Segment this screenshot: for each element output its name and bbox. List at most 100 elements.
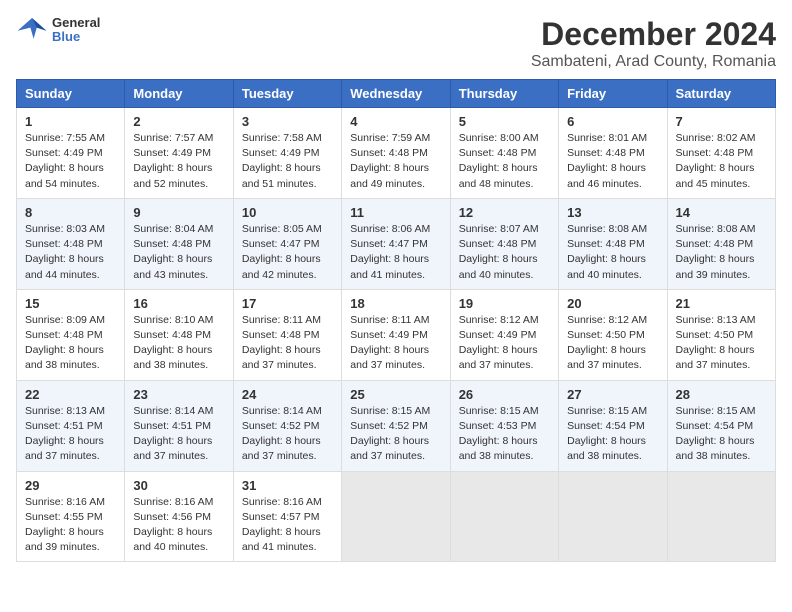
day-info: Sunrise: 7:58 AM Sunset: 4:49 PM Dayligh…	[242, 131, 333, 192]
calendar-cell: 19 Sunrise: 8:12 AM Sunset: 4:49 PM Dayli…	[450, 289, 558, 380]
calendar-cell: 12Sunrise: 8:07 AM Sunset: 4:48 PM Dayli…	[450, 198, 558, 289]
day-number: 8	[25, 205, 116, 220]
calendar-table: SundayMondayTuesdayWednesdayThursdayFrid…	[16, 79, 776, 562]
day-number: 29	[25, 478, 116, 493]
calendar-cell: 18 Sunrise: 8:11 AM Sunset: 4:49 PM Dayli…	[342, 289, 450, 380]
weekday-header: Saturday	[667, 80, 775, 108]
day-number: 14	[676, 205, 767, 220]
logo: General Blue	[16, 16, 100, 45]
calendar-cell: 29Sunrise: 8:16 AM Sunset: 4:55 PM Dayli…	[17, 471, 125, 562]
calendar-cell	[342, 471, 450, 562]
calendar-week-row: 8 Sunrise: 8:03 AM Sunset: 4:48 PM Daylig…	[17, 198, 776, 289]
logo-text: General Blue	[52, 16, 100, 45]
day-number: 10	[242, 205, 333, 220]
day-info: Sunrise: 8:06 AM Sunset: 4:47 PM Dayligh…	[350, 222, 441, 283]
day-info: Sunrise: 8:14 AM Sunset: 4:52 PM Dayligh…	[242, 404, 333, 465]
calendar-cell: 31Sunrise: 8:16 AM Sunset: 4:57 PM Dayli…	[233, 471, 341, 562]
calendar-cell: 17Sunrise: 8:11 AM Sunset: 4:48 PM Dayli…	[233, 289, 341, 380]
day-number: 7	[676, 114, 767, 129]
day-info: Sunrise: 8:02 AM Sunset: 4:48 PM Dayligh…	[676, 131, 767, 192]
day-number: 4	[350, 114, 441, 129]
calendar-cell: 27 Sunrise: 8:15 AM Sunset: 4:54 PM Dayli…	[559, 380, 667, 471]
calendar-week-row: 29Sunrise: 8:16 AM Sunset: 4:55 PM Dayli…	[17, 471, 776, 562]
calendar-cell: 16Sunrise: 8:10 AM Sunset: 4:48 PM Dayli…	[125, 289, 233, 380]
day-number: 9	[133, 205, 224, 220]
day-number: 18	[350, 296, 441, 311]
day-info: Sunrise: 8:01 AM Sunset: 4:48 PM Dayligh…	[567, 131, 658, 192]
calendar-week-row: 1Sunrise: 7:55 AM Sunset: 4:49 PM Daylig…	[17, 108, 776, 199]
day-info: Sunrise: 8:08 AM Sunset: 4:48 PM Dayligh…	[676, 222, 767, 283]
logo-icon	[16, 16, 48, 44]
day-info: Sunrise: 8:00 AM Sunset: 4:48 PM Dayligh…	[459, 131, 550, 192]
day-info: Sunrise: 8:05 AM Sunset: 4:47 PM Dayligh…	[242, 222, 333, 283]
calendar-cell: 30Sunrise: 8:16 AM Sunset: 4:56 PM Dayli…	[125, 471, 233, 562]
calendar-week-row: 15 Sunrise: 8:09 AM Sunset: 4:48 PM Dayli…	[17, 289, 776, 380]
calendar-cell: 26 Sunrise: 8:15 AM Sunset: 4:53 PM Dayli…	[450, 380, 558, 471]
calendar-cell: 11 Sunrise: 8:06 AM Sunset: 4:47 PM Dayli…	[342, 198, 450, 289]
calendar-cell: 5 Sunrise: 8:00 AM Sunset: 4:48 PM Daylig…	[450, 108, 558, 199]
day-number: 25	[350, 387, 441, 402]
calendar-cell: 20 Sunrise: 8:12 AM Sunset: 4:50 PM Dayli…	[559, 289, 667, 380]
calendar-cell: 7 Sunrise: 8:02 AM Sunset: 4:48 PM Daylig…	[667, 108, 775, 199]
day-number: 31	[242, 478, 333, 493]
calendar-cell: 9 Sunrise: 8:04 AM Sunset: 4:48 PM Daylig…	[125, 198, 233, 289]
day-number: 27	[567, 387, 658, 402]
day-number: 19	[459, 296, 550, 311]
day-info: Sunrise: 8:13 AM Sunset: 4:50 PM Dayligh…	[676, 313, 767, 374]
day-info: Sunrise: 8:11 AM Sunset: 4:49 PM Dayligh…	[350, 313, 441, 374]
calendar-cell: 4 Sunrise: 7:59 AM Sunset: 4:48 PM Daylig…	[342, 108, 450, 199]
day-info: Sunrise: 8:13 AM Sunset: 4:51 PM Dayligh…	[25, 404, 116, 465]
day-number: 5	[459, 114, 550, 129]
day-info: Sunrise: 8:03 AM Sunset: 4:48 PM Dayligh…	[25, 222, 116, 283]
day-info: Sunrise: 8:15 AM Sunset: 4:54 PM Dayligh…	[676, 404, 767, 465]
calendar-cell: 15 Sunrise: 8:09 AM Sunset: 4:48 PM Dayli…	[17, 289, 125, 380]
day-number: 24	[242, 387, 333, 402]
day-number: 15	[25, 296, 116, 311]
day-info: Sunrise: 8:15 AM Sunset: 4:53 PM Dayligh…	[459, 404, 550, 465]
page-subtitle: Sambateni, Arad County, Romania	[531, 53, 776, 71]
page-header: General Blue December 2024 Sambateni, Ar…	[16, 16, 776, 71]
day-info: Sunrise: 8:12 AM Sunset: 4:50 PM Dayligh…	[567, 313, 658, 374]
day-info: Sunrise: 8:09 AM Sunset: 4:48 PM Dayligh…	[25, 313, 116, 374]
day-number: 2	[133, 114, 224, 129]
day-info: Sunrise: 8:15 AM Sunset: 4:54 PM Dayligh…	[567, 404, 658, 465]
weekday-header: Thursday	[450, 80, 558, 108]
day-info: Sunrise: 8:08 AM Sunset: 4:48 PM Dayligh…	[567, 222, 658, 283]
day-number: 13	[567, 205, 658, 220]
calendar-cell: 23Sunrise: 8:14 AM Sunset: 4:51 PM Dayli…	[125, 380, 233, 471]
weekday-header-row: SundayMondayTuesdayWednesdayThursdayFrid…	[17, 80, 776, 108]
calendar-cell	[667, 471, 775, 562]
day-number: 17	[242, 296, 333, 311]
day-number: 1	[25, 114, 116, 129]
calendar-cell: 3 Sunrise: 7:58 AM Sunset: 4:49 PM Daylig…	[233, 108, 341, 199]
calendar-cell: 13 Sunrise: 8:08 AM Sunset: 4:48 PM Dayli…	[559, 198, 667, 289]
day-number: 20	[567, 296, 658, 311]
calendar-cell: 24 Sunrise: 8:14 AM Sunset: 4:52 PM Dayli…	[233, 380, 341, 471]
day-info: Sunrise: 8:07 AM Sunset: 4:48 PM Dayligh…	[459, 222, 550, 283]
day-number: 26	[459, 387, 550, 402]
calendar-cell: 8 Sunrise: 8:03 AM Sunset: 4:48 PM Daylig…	[17, 198, 125, 289]
day-info: Sunrise: 7:59 AM Sunset: 4:48 PM Dayligh…	[350, 131, 441, 192]
weekday-header: Wednesday	[342, 80, 450, 108]
calendar-cell	[559, 471, 667, 562]
calendar-cell: 10 Sunrise: 8:05 AM Sunset: 4:47 PM Dayli…	[233, 198, 341, 289]
day-number: 30	[133, 478, 224, 493]
day-number: 28	[676, 387, 767, 402]
day-info: Sunrise: 8:10 AM Sunset: 4:48 PM Dayligh…	[133, 313, 224, 374]
calendar-cell: 14 Sunrise: 8:08 AM Sunset: 4:48 PM Dayli…	[667, 198, 775, 289]
day-info: Sunrise: 8:15 AM Sunset: 4:52 PM Dayligh…	[350, 404, 441, 465]
calendar-cell: 1Sunrise: 7:55 AM Sunset: 4:49 PM Daylig…	[17, 108, 125, 199]
calendar-cell	[450, 471, 558, 562]
day-number: 21	[676, 296, 767, 311]
day-info: Sunrise: 8:04 AM Sunset: 4:48 PM Dayligh…	[133, 222, 224, 283]
day-info: Sunrise: 8:12 AM Sunset: 4:49 PM Dayligh…	[459, 313, 550, 374]
weekday-header: Sunday	[17, 80, 125, 108]
calendar-cell: 22Sunrise: 8:13 AM Sunset: 4:51 PM Dayli…	[17, 380, 125, 471]
day-info: Sunrise: 7:57 AM Sunset: 4:49 PM Dayligh…	[133, 131, 224, 192]
calendar-cell: 21 Sunrise: 8:13 AM Sunset: 4:50 PM Dayli…	[667, 289, 775, 380]
weekday-header: Tuesday	[233, 80, 341, 108]
day-number: 3	[242, 114, 333, 129]
day-number: 23	[133, 387, 224, 402]
weekday-header: Friday	[559, 80, 667, 108]
day-number: 11	[350, 205, 441, 220]
